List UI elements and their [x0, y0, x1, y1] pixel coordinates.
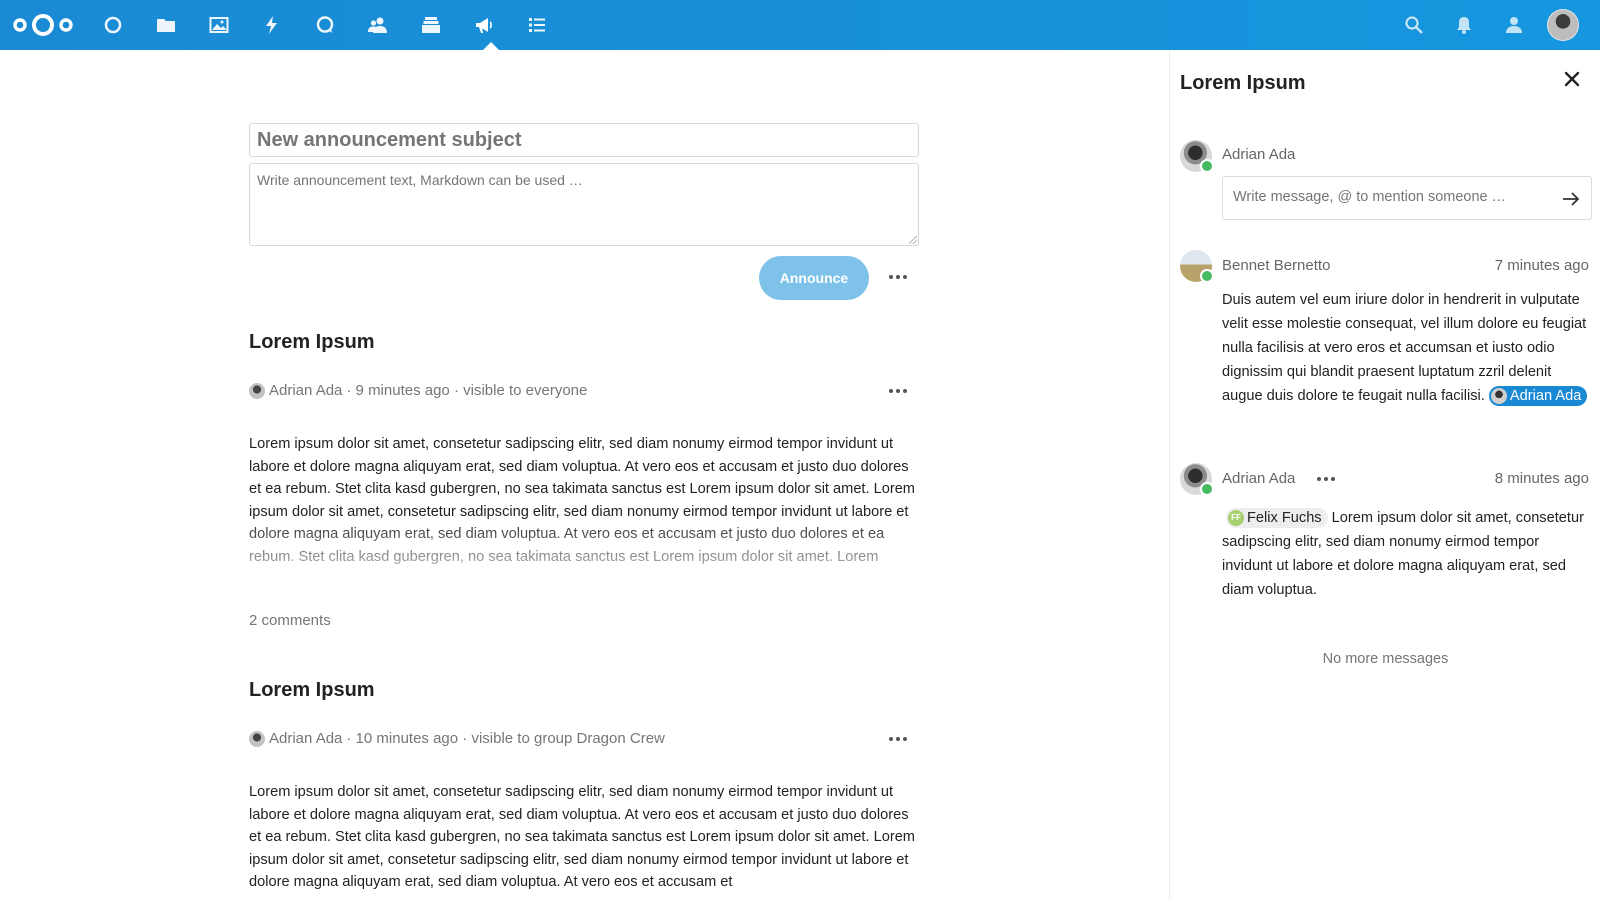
comment-text: Duis autem vel eum iriure dolor in hendr…: [1222, 288, 1592, 408]
announcement-author[interactable]: Adrian Ada: [269, 382, 342, 399]
deck-icon[interactable]: [419, 13, 443, 37]
mention-name: Adrian Ada: [1509, 388, 1582, 405]
photos-icon[interactable]: [207, 13, 231, 37]
announcement-meta: Adrian Ada · 10 minutes ago · visible to…: [249, 730, 665, 747]
user-mention[interactable]: FF Felix Fuchs: [1226, 508, 1328, 529]
talk-icon[interactable]: [313, 13, 337, 37]
announcements-main: Announce Lorem Ipsum Adrian Ada · 9 minu…: [249, 50, 919, 900]
send-arrow-icon[interactable]: [1561, 189, 1581, 209]
announcement-meta-text: · 9 minutes ago · visible to everyone: [346, 382, 588, 399]
online-status-dot: [1200, 159, 1214, 173]
author-avatar: [249, 730, 265, 747]
announce-button[interactable]: Announce: [759, 256, 869, 300]
active-nav-indicator: [483, 42, 499, 50]
comment-time: 7 minutes ago: [1494, 257, 1589, 274]
files-icon[interactable]: [154, 13, 178, 37]
current-user-name: Adrian Ada: [1222, 146, 1296, 163]
user-mention[interactable]: Adrian Ada: [1488, 386, 1588, 407]
announcement-meta: Adrian Ada · 9 minutes ago · visible to …: [249, 382, 587, 399]
search-icon[interactable]: [1404, 15, 1424, 35]
comment-text: FF Felix Fuchs Lorem ipsum dolor sit amet…: [1222, 506, 1592, 602]
textarea-resize-handle[interactable]: [909, 236, 917, 244]
comments-sidebar: Lorem Ipsum Adrian Ada Bennet Bernetto 7…: [1169, 50, 1600, 900]
comment-author: Adrian Ada: [1222, 470, 1296, 487]
contacts-icon[interactable]: [366, 13, 390, 37]
mention-avatar: FF: [1228, 510, 1244, 527]
composer-more-icon[interactable]: [883, 267, 913, 287]
comment-author: Bennet Bernetto: [1222, 257, 1331, 274]
sidebar-title: Lorem Ipsum: [1180, 72, 1306, 94]
mention-avatar: [1490, 388, 1507, 405]
online-status-dot: [1200, 269, 1214, 283]
activity-icon[interactable]: [260, 13, 284, 37]
contacts-menu-icon[interactable]: [1504, 15, 1524, 35]
announcement-body: Lorem ipsum dolor sit amet, consetetur s…: [249, 784, 915, 890]
announcements-icon[interactable]: [472, 13, 496, 37]
announcement-body-textarea[interactable]: [249, 163, 919, 246]
dashboard-icon[interactable]: [101, 13, 125, 37]
close-icon[interactable]: [1563, 70, 1581, 88]
no-more-messages: No more messages: [1322, 651, 1449, 667]
message-input[interactable]: [1233, 189, 1533, 205]
announcement-meta-text: · 10 minutes ago · visible to group Drag…: [346, 730, 665, 747]
announcement-subject-input[interactable]: [249, 123, 919, 157]
nextcloud-logo-icon[interactable]: [12, 12, 74, 38]
comments-link[interactable]: 2 comments: [249, 612, 331, 629]
announcement-title: Lorem Ipsum: [249, 679, 375, 701]
user-avatar[interactable]: [1547, 9, 1579, 41]
online-status-dot: [1200, 482, 1214, 496]
notifications-icon[interactable]: [1454, 15, 1474, 35]
announcement-body: Lorem ipsum dolor sit amet, consetetur s…: [249, 436, 915, 565]
announcement-author[interactable]: Adrian Ada: [269, 730, 342, 747]
announcement-more-icon[interactable]: [883, 381, 913, 401]
top-header: [0, 0, 1600, 50]
tasks-icon[interactable]: [525, 13, 549, 37]
comment-time: 8 minutes ago: [1494, 470, 1589, 487]
announcement-title: Lorem Ipsum: [249, 331, 375, 353]
mention-name: Felix Fuchs: [1247, 510, 1322, 527]
author-avatar: [249, 382, 265, 399]
announcement-more-icon[interactable]: [883, 729, 913, 749]
message-input-box: [1222, 176, 1592, 220]
comment-more-icon[interactable]: [1311, 469, 1341, 489]
